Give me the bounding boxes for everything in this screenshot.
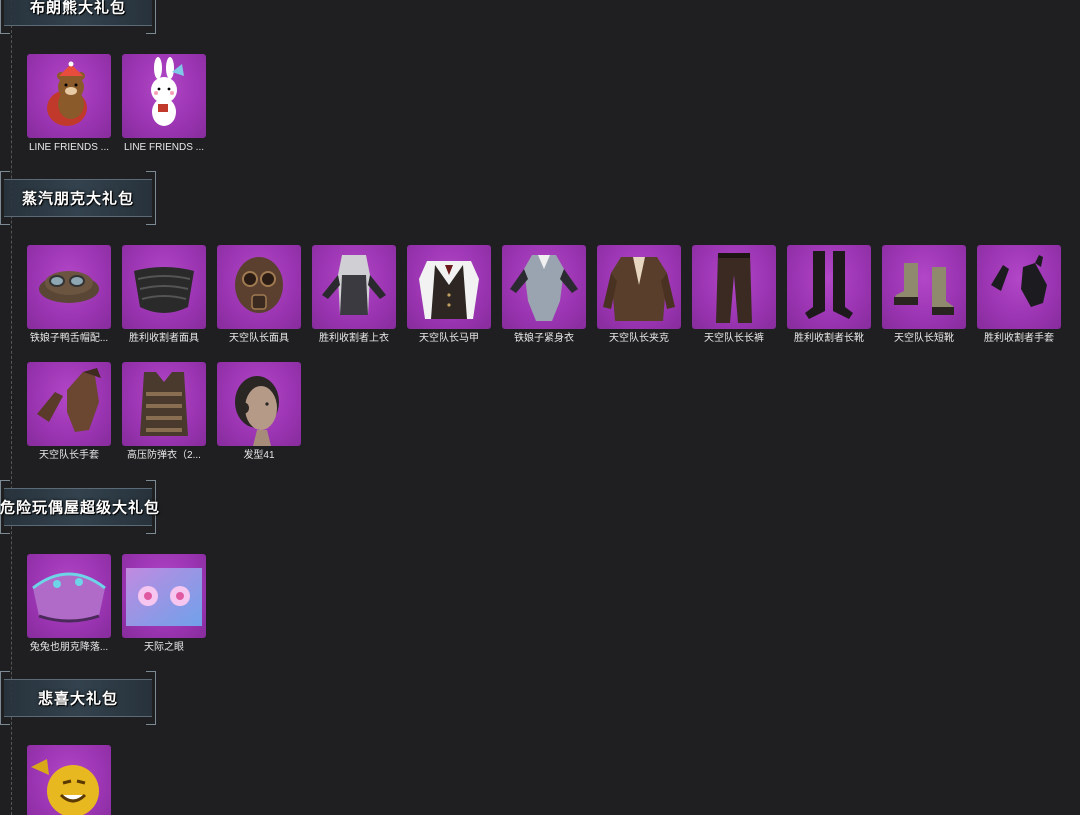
item-label: 天空队长长裤 [704,333,764,344]
item-label: 胜利收割者手套 [984,333,1054,344]
brown-gloves-icon [37,368,101,432]
item-label: 天空队长短靴 [894,333,954,344]
item-label: 天际之眼 [144,642,184,653]
item-hairstyle-41[interactable]: 发型41 [217,362,301,462]
sky-eye-icon [126,568,202,626]
cony-bunny-icon [151,57,184,126]
short-boots-icon [894,263,954,315]
item-label: 胜利收割者面具 [129,333,199,344]
item-sky-captain-short-boots[interactable]: 天空队长短靴 [882,245,966,345]
item-sky-captain-jacket[interactable]: 天空队长夹克 [597,245,681,345]
item-reaper-long-boots[interactable]: 胜利收割者长靴 [787,245,871,345]
section-title: 布朗熊大礼包 [29,0,126,17]
item-sky-captain-pants[interactable]: 天空队长长裤 [692,245,776,345]
item-sky-captain-gloves[interactable]: 天空队长手套 [27,362,111,462]
item-line-friends-1[interactable]: LINE FRIENDS ... [27,54,111,154]
item-armor-vest[interactable]: 高压防弹衣（2... [122,362,206,462]
item-label: 兔兔也朋克降落... [29,642,109,653]
item-label: 发型41 [243,450,275,461]
top-icon [322,255,386,315]
long-boots-icon [805,251,853,319]
item-label: 胜利收割者上衣 [319,333,389,344]
item-label: 天空队长手套 [39,450,99,461]
golden-mask-icon [31,759,99,815]
gift-pack-list: 布朗熊大礼包 LINE FRIENDS ... LINE FRIENDS ...… [0,0,1080,815]
item-label: LINE FRIENDS ... [28,142,109,153]
item-label: 天空队长夹克 [609,333,669,344]
vest-icon [419,261,479,319]
item-label: 胜利收割者长靴 [794,333,864,344]
item-label: 高压防弹衣（2... [127,450,201,461]
section-header-brown-bear: 布朗熊大礼包 [0,0,156,36]
section-header-steampunk: 蒸汽朋克大礼包 [0,169,156,227]
section-title: 危险玩偶屋超级大礼包 [0,499,161,517]
item-label: LINE FRIENDS ... [123,142,204,153]
item-label: 天空队长面具 [229,333,289,344]
item-label: 铁娘子鸭舌帽配... [29,333,109,344]
cap-icon [39,271,99,303]
section-title: 蒸汽朋克大礼包 [21,190,134,208]
item-sky-captain-vest[interactable]: 天空队长马甲 [407,245,491,345]
gas-mask-icon [235,257,283,313]
pants-icon [716,253,752,323]
parachute-icon [32,572,106,623]
armor-vest-icon [140,372,188,436]
item-reaper-mask[interactable]: 胜利收割者面具 [122,245,206,345]
section-header-tragicomedy: 悲喜大礼包 [0,669,156,727]
hairstyle-icon [235,376,279,446]
mask-icon [134,267,194,313]
item-reaper-top[interactable]: 胜利收割者上衣 [312,245,396,345]
section-title: 悲喜大礼包 [37,690,118,708]
brown-bear-icon [47,61,87,126]
item-bunny-punk-parachute[interactable]: 兔兔也朋克降落... [27,554,111,654]
item-golden-mask[interactable] [27,745,111,815]
jacket-icon [603,257,675,321]
bodysuit-icon [510,255,578,321]
item-line-friends-2[interactable]: LINE FRIENDS ... [122,54,206,154]
item-label: 铁娘子紧身衣 [514,333,574,344]
item-sky-captain-mask[interactable]: 天空队长面具 [217,245,301,345]
gloves-icon [991,255,1047,307]
section-header-doll-house: 危险玩偶屋超级大礼包 [0,478,161,536]
item-cap[interactable]: 铁娘子鸭舌帽配... [27,245,111,345]
item-sky-eye[interactable]: 天际之眼 [122,554,206,654]
item-label: 天空队长马甲 [419,333,479,344]
item-reaper-gloves[interactable]: 胜利收割者手套 [977,245,1061,345]
item-iron-lady-bodysuit[interactable]: 铁娘子紧身衣 [502,245,586,345]
